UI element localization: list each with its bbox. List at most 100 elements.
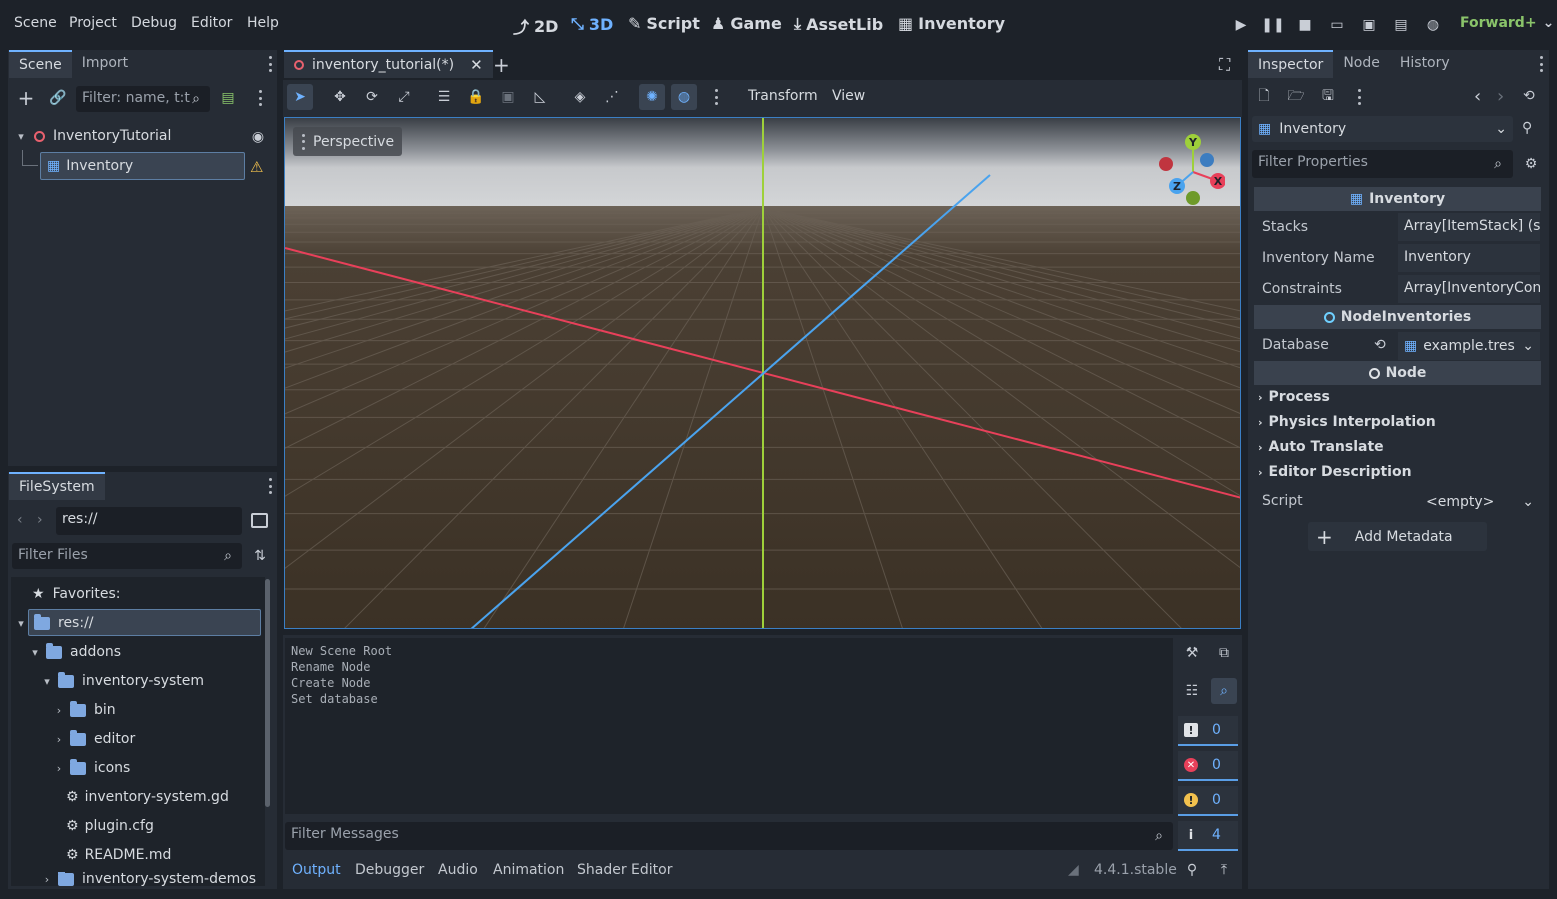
inspector-menu-icon[interactable] xyxy=(1357,89,1361,105)
play-scene-icon[interactable]: ▣ xyxy=(1359,15,1379,35)
file-item-plugin-cfg[interactable]: ⚙ plugin.cfg xyxy=(66,812,154,840)
add-node-icon[interactable]: + xyxy=(16,86,36,110)
open-folder-icon[interactable]: 🗁 xyxy=(1283,84,1309,110)
info-filter-toggle[interactable]: i 4 xyxy=(1178,821,1238,851)
tab-inspector[interactable]: Inspector xyxy=(1248,50,1334,78)
tab-import[interactable]: Import xyxy=(72,50,138,78)
tab-debugger[interactable]: Debugger xyxy=(355,862,424,878)
split-mode-icon[interactable] xyxy=(251,513,268,528)
back-icon[interactable]: ‹ xyxy=(17,512,23,528)
group-icon[interactable]: ▣ xyxy=(495,84,521,110)
link-icon[interactable]: 🔗 xyxy=(48,88,68,108)
prop-constraints-value[interactable]: Array[InventoryCon xyxy=(1398,275,1540,303)
workspace-game-button[interactable]: ♟ Game xyxy=(711,14,782,33)
file-item-bin[interactable]: › bin xyxy=(52,696,116,724)
local-space-icon[interactable]: ◈ xyxy=(567,84,593,110)
menu-editor[interactable]: Editor xyxy=(191,15,232,31)
stop-icon[interactable]: ■ xyxy=(1295,15,1315,35)
tree-item-inventory[interactable]: ▦ Inventory xyxy=(40,152,245,180)
history-back-icon[interactable]: ‹ xyxy=(1474,86,1481,107)
scale-tool-icon[interactable]: ⤢ xyxy=(391,84,417,110)
object-tools-icon[interactable]: ⚲ xyxy=(1522,120,1532,136)
tab-shader-editor[interactable]: Shader Editor xyxy=(577,862,672,878)
sun-preview-icon[interactable]: ✺ xyxy=(639,84,665,110)
remote-debug-icon[interactable]: ▭ xyxy=(1327,15,1347,35)
errors-filter-toggle[interactable]: ! 0 xyxy=(1178,716,1238,746)
visibility-eye-icon[interactable]: ◉ xyxy=(248,127,268,147)
move-tool-icon[interactable]: ✥ xyxy=(327,84,353,110)
file-item-addons[interactable]: ▾ addons xyxy=(28,638,121,666)
tab-inventory-tutorial[interactable]: inventory_tutorial(*) ✕ xyxy=(284,50,493,78)
file-item-readme[interactable]: ⚙ README.md xyxy=(66,841,171,869)
file-item-inventory-system-gd[interactable]: ⚙ inventory-system.gd xyxy=(66,783,229,811)
workspace-script-button[interactable]: ✎ Script xyxy=(628,14,700,33)
tab-audio[interactable]: Audio xyxy=(438,862,478,878)
close-icon[interactable]: ✕ xyxy=(470,56,483,74)
tab-output[interactable]: Output xyxy=(292,862,341,878)
filter-files-input[interactable]: Filter Files xyxy=(12,543,242,569)
gizmo-neg-y-handle[interactable] xyxy=(1186,191,1200,205)
sort-icon[interactable]: ⇅ xyxy=(250,546,270,566)
group-auto-translate[interactable]: › Auto Translate xyxy=(1258,439,1384,455)
prop-database-value[interactable]: ▦ example.tres ⌄ xyxy=(1398,332,1540,360)
prop-inventory-name-value[interactable]: Inventory xyxy=(1398,244,1540,272)
3d-viewport[interactable]: Perspective Y X Z xyxy=(284,117,1241,629)
tab-animation[interactable]: Animation xyxy=(493,862,564,878)
play-custom-scene-icon[interactable]: ▤ xyxy=(1391,15,1411,35)
gizmo-neg-x-handle[interactable] xyxy=(1159,157,1173,171)
workspace-assetlib-button[interactable]: ⤓ AssetLib xyxy=(794,14,883,34)
viewport-menu-icon[interactable] xyxy=(714,89,718,105)
prop-stacks-value[interactable]: Array[ItemStack] (si xyxy=(1398,213,1540,241)
menu-debug[interactable]: Debug xyxy=(131,15,177,31)
file-item-inventory-system-demos[interactable]: › inventory-system-demos xyxy=(40,872,256,886)
rotate-tool-icon[interactable]: ⟳ xyxy=(359,84,385,110)
forward-icon[interactable]: › xyxy=(37,512,43,528)
save-icon[interactable]: 🖫 xyxy=(1315,84,1341,110)
menu-help[interactable]: Help xyxy=(247,15,279,31)
workspace-2d-button[interactable]: ⤴ 2D xyxy=(513,14,558,38)
scene-tree-menu-icon[interactable] xyxy=(258,90,262,106)
transform-menu[interactable]: Transform xyxy=(748,88,818,104)
perspective-button[interactable]: Perspective xyxy=(293,127,403,156)
section-node-inventories[interactable]: NodeInventories xyxy=(1254,305,1541,329)
tab-filesystem[interactable]: FileSystem xyxy=(9,472,105,500)
attach-script-icon[interactable]: ▤ xyxy=(218,88,238,108)
warning-icon[interactable]: ⚠ xyxy=(250,158,263,176)
file-item-res-root[interactable]: ▾ res:// xyxy=(14,609,261,637)
search-icon[interactable]: ⌕ xyxy=(1211,678,1237,704)
select-tool-icon[interactable]: ➤ xyxy=(287,84,313,110)
view-menu[interactable]: View xyxy=(832,88,865,104)
file-item-inventory-system[interactable]: ▾ inventory-system xyxy=(40,667,204,695)
filter-properties-input[interactable]: Filter Properties xyxy=(1252,150,1513,178)
tab-scene[interactable]: Scene xyxy=(9,50,72,78)
copy-output-icon[interactable]: ⧉ xyxy=(1211,640,1237,666)
group-physics-interpolation[interactable]: › Physics Interpolation xyxy=(1258,414,1436,430)
orientation-gizmo[interactable]: Y X Z xyxy=(1155,130,1225,210)
workspace-3d-button[interactable]: ⤡ 3D xyxy=(571,14,613,34)
distraction-free-icon[interactable]: ⛶ xyxy=(1219,55,1230,75)
section-inventory[interactable]: ▦ Inventory xyxy=(1254,187,1541,211)
object-history-icon[interactable]: ⟲ xyxy=(1523,88,1535,104)
pin-icon[interactable]: ⚲ xyxy=(1179,857,1205,883)
property-options-icon[interactable]: ⚙ xyxy=(1521,154,1541,174)
menu-scene[interactable]: Scene xyxy=(14,15,57,31)
ruler-icon[interactable]: ◺ xyxy=(527,84,553,110)
add-tab-icon[interactable]: + xyxy=(493,53,510,77)
tab-node[interactable]: Node xyxy=(1333,50,1390,78)
tree-item-root[interactable]: ▾ InventoryTutorial xyxy=(14,122,270,150)
group-process[interactable]: › Process xyxy=(1258,389,1330,405)
snap-icon[interactable]: ⋰ xyxy=(599,84,625,110)
collapse-icon[interactable]: ☷ xyxy=(1179,678,1205,704)
pause-icon[interactable]: ❚❚ xyxy=(1261,15,1284,35)
path-field[interactable]: res:// xyxy=(56,507,242,535)
environment-preview-icon[interactable]: ◍ xyxy=(671,84,697,110)
clear-output-icon[interactable]: ⚒ xyxy=(1179,640,1205,666)
filter-messages-input[interactable]: Filter Messages xyxy=(285,822,1173,850)
expand-panel-icon[interactable]: ⤒ xyxy=(1211,857,1237,883)
file-item-editor[interactable]: › editor xyxy=(52,725,135,753)
renderer-select[interactable]: Forward+ ⌄ xyxy=(1460,15,1554,31)
file-tree-scrollbar[interactable] xyxy=(265,579,270,807)
object-selector[interactable]: ▦ Inventory ⌄ xyxy=(1252,116,1513,142)
add-metadata-button[interactable]: + Add Metadata xyxy=(1308,522,1487,551)
new-resource-icon[interactable]: 🗋 xyxy=(1251,84,1277,110)
